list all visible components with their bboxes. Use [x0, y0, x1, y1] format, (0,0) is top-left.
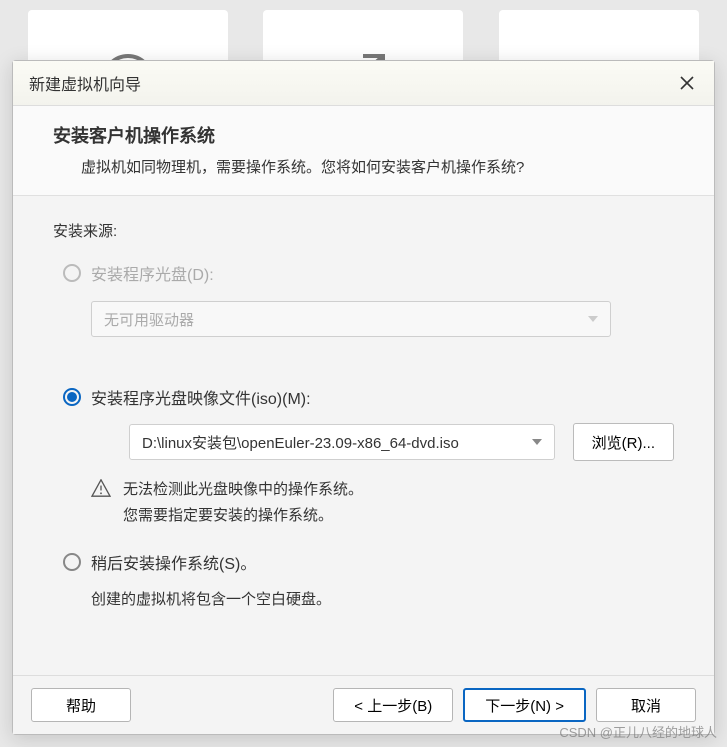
- wizard-content: 安装来源: 安装程序光盘(D): 无可用驱动器 安装程序光盘映像文件(iso)(…: [13, 196, 714, 675]
- option-installer-disc: 安装程序光盘(D):: [63, 261, 674, 285]
- back-button[interactable]: < 上一步(B): [333, 688, 453, 722]
- drive-select-value: 无可用驱动器: [104, 309, 194, 330]
- warning-line2: 您需要指定要安装的操作系统。: [123, 503, 363, 529]
- drive-select: 无可用驱动器: [91, 301, 611, 337]
- iso-path-combo[interactable]: D:\linux安装包\openEuler-23.09-x86_64-dvd.i…: [129, 424, 555, 460]
- titlebar: 新建虚拟机向导: [13, 61, 714, 106]
- browse-button[interactable]: 浏览(R)...: [573, 423, 674, 461]
- header-title: 安装客户机操作系统: [53, 122, 674, 148]
- close-icon: [679, 75, 695, 91]
- radio-iso[interactable]: [63, 388, 81, 406]
- later-hint: 创建的虚拟机将包含一个空白硬盘。: [91, 588, 674, 609]
- warning-line1: 无法检测此光盘映像中的操作系统。: [123, 477, 363, 503]
- warning-icon: [91, 479, 111, 497]
- chevron-down-icon: [588, 316, 598, 322]
- option-disc-label: 安装程序光盘(D):: [91, 261, 214, 285]
- iso-warning: 无法检测此光盘映像中的操作系统。 您需要指定要安装的操作系统。: [91, 477, 674, 528]
- option-later[interactable]: 稍后安装操作系统(S)。: [63, 550, 674, 574]
- source-label: 安装来源:: [53, 220, 674, 241]
- help-button[interactable]: 帮助: [31, 688, 131, 722]
- wizard-header: 安装客户机操作系统 虚拟机如同物理机，需要操作系统。您将如何安装客户机操作系统?: [13, 106, 714, 196]
- radio-disc: [63, 264, 81, 282]
- wizard-dialog: 新建虚拟机向导 安装客户机操作系统 虚拟机如同物理机，需要操作系统。您将如何安装…: [12, 60, 715, 735]
- header-subtitle: 虚拟机如同物理机，需要操作系统。您将如何安装客户机操作系统?: [53, 156, 674, 177]
- wizard-footer: 帮助 < 上一步(B) 下一步(N) > 取消: [13, 675, 714, 734]
- close-button[interactable]: [676, 72, 698, 94]
- option-later-label: 稍后安装操作系统(S)。: [91, 550, 256, 574]
- dialog-title: 新建虚拟机向导: [29, 71, 141, 95]
- iso-path-value: D:\linux安装包\openEuler-23.09-x86_64-dvd.i…: [142, 432, 459, 453]
- cancel-button[interactable]: 取消: [596, 688, 696, 722]
- next-button[interactable]: 下一步(N) >: [463, 688, 586, 722]
- chevron-down-icon: [532, 439, 542, 445]
- radio-later[interactable]: [63, 553, 81, 571]
- option-iso[interactable]: 安装程序光盘映像文件(iso)(M):: [63, 385, 674, 409]
- option-iso-label: 安装程序光盘映像文件(iso)(M):: [91, 385, 311, 409]
